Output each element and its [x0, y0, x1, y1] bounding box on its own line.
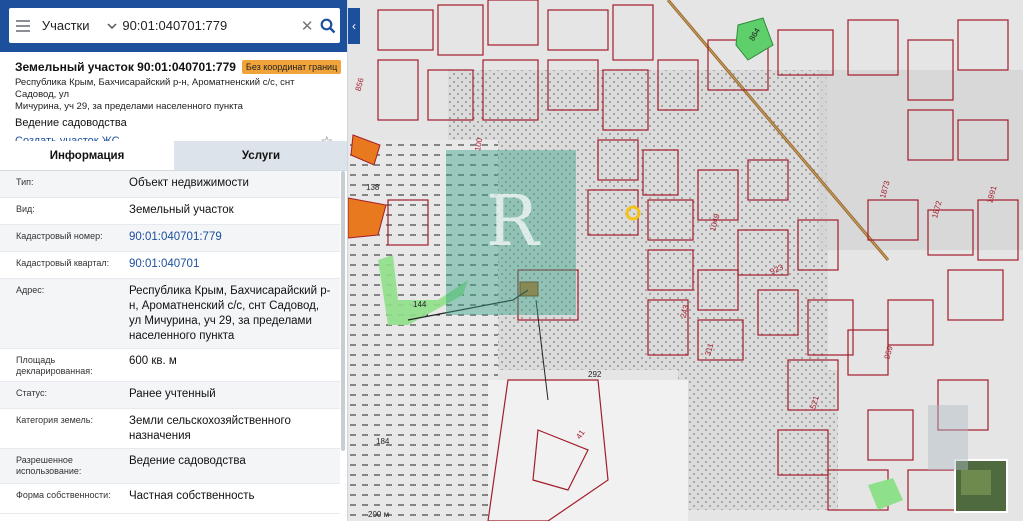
menu-button[interactable]: [9, 8, 38, 43]
row-key: Форма собственности:: [16, 490, 111, 500]
table-row: Статус: Ранее учтенный: [0, 382, 340, 409]
search-type-select[interactable]: Участки: [38, 8, 104, 43]
map-label: 184: [376, 437, 390, 446]
table-row: Вид: Земельный участок: [0, 198, 340, 225]
tab-information[interactable]: Информация: [0, 141, 174, 170]
search-bar: Участки ✕: [0, 0, 347, 52]
row-key: Статус:: [16, 388, 47, 398]
watermark-corner: [928, 405, 968, 470]
close-icon[interactable]: ✕: [298, 17, 316, 35]
row-value: 600 кв. м: [129, 355, 177, 367]
menu-icon: [16, 19, 31, 32]
info-panel: Участки ✕ Земельный участок 90:01:040701…: [0, 0, 348, 521]
table-row: Категория земель: Земли сельскохозяйстве…: [0, 409, 340, 449]
table-row: Тип: Объект недвижимости: [0, 171, 340, 198]
panel-tabs: Информация Услуги: [0, 141, 347, 171]
watermark-letter: R: [486, 180, 541, 262]
row-key: Кадастровый номер:: [16, 231, 103, 241]
parcel-address: Республика Крым, Бахчисарайский р-н, Аро…: [0, 76, 347, 113]
row-value: Ведение садоводства: [129, 455, 246, 467]
cadastral-number-link[interactable]: 90:01:040701:779: [113, 225, 340, 251]
table-row: Форма собственности: Частная собственнос…: [0, 484, 340, 514]
table-row: Адрес: Республика Крым, Бахчисарайский р…: [0, 279, 340, 349]
row-key: Разрешенное использование:: [16, 455, 82, 476]
row-key: Тип:: [16, 177, 34, 187]
tab-services[interactable]: Услуги: [174, 141, 347, 170]
status-badge: Без координат границ: [241, 59, 342, 74]
search-input[interactable]: [120, 8, 299, 43]
search-icon: [320, 18, 336, 33]
search-button[interactable]: [316, 18, 340, 34]
row-value: Земельный участок: [129, 204, 234, 216]
table-row: Кадастровый номер: 90:01:040701:779: [0, 225, 340, 252]
address-line: Республика Крым, Бахчисарайский р-н, Аро…: [15, 77, 295, 100]
row-value: Республика Крым, Бахчисарайский р-н, Аро…: [129, 285, 331, 342]
row-key: Кадастровый квартал:: [16, 258, 110, 268]
info-table: Тип: Объект недвижимости Вид: Земельный …: [0, 171, 340, 514]
cadastral-quarter-link[interactable]: 90:01:040701: [113, 252, 340, 278]
row-key: Категория земель:: [16, 415, 93, 425]
cadastral-map[interactable]: R 856 138 100 1049 923 243 311 521 959 4…: [348, 0, 1023, 521]
map-label: 144: [413, 300, 427, 309]
table-row: Кадастровый квартал: 90:01:040701: [0, 252, 340, 279]
address-line: Мичурина, уч 29, за пределами населенног…: [15, 101, 243, 112]
map-label: 292: [588, 370, 602, 379]
app-root: R 856 138 100 1049 923 243 311 521 959 4…: [0, 0, 1023, 521]
chevron-left-icon[interactable]: ‹: [348, 8, 360, 44]
row-key: Вид:: [16, 204, 35, 214]
map-scale-label: 200 м: [368, 510, 390, 519]
panel-scrollbar[interactable]: [341, 171, 345, 451]
row-key: Адрес:: [16, 285, 45, 295]
row-value: Земли сельскохозяйственного назначения: [129, 415, 291, 442]
parcel-title: Земельный участок 90:01:040701:779: [15, 59, 236, 74]
row-value: Объект недвижимости: [129, 177, 249, 189]
row-value: Ранее учтенный: [129, 388, 216, 400]
map-label: 138: [366, 183, 380, 192]
table-row: Площадь декларированная: 600 кв. м: [0, 349, 340, 382]
chevron-down-icon[interactable]: [104, 22, 120, 29]
parcel-card: Земельный участок 90:01:040701:779 Без к…: [0, 52, 347, 151]
row-value: Частная собственность: [129, 490, 255, 502]
parcel-use: Ведение садоводства: [15, 117, 127, 129]
table-row: Разрешенное использование: Ведение садов…: [0, 449, 340, 484]
row-key: Площадь декларированная:: [16, 355, 93, 376]
search-box: Участки ✕: [9, 8, 340, 43]
map-canvas[interactable]: R: [348, 0, 1023, 521]
